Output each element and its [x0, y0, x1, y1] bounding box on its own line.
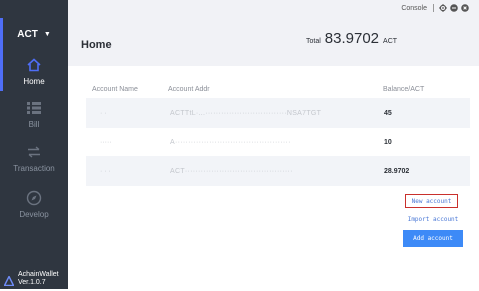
import-account-button[interactable]: Import account [403, 211, 463, 227]
sidebar-item-bill[interactable]: Bill [0, 99, 68, 143]
close-icon[interactable] [461, 4, 469, 12]
sidebar-item-label: Develop [19, 210, 49, 219]
account-addr: A·······································… [170, 138, 291, 146]
total-value: 83.9702 [324, 30, 380, 47]
total-balance: Total 83.9702 ACT [306, 30, 397, 47]
settings-icon[interactable] [439, 4, 447, 12]
brand: AchainWallet Ver.1.0.7 [3, 271, 59, 287]
page-title: Home [81, 39, 112, 51]
divider [433, 4, 434, 12]
coin-label: ACT [17, 28, 38, 40]
sidebar-item-develop[interactable]: Develop [0, 189, 68, 233]
sidebar-item-label: Home [23, 77, 45, 86]
sidebar-item-home[interactable]: Home [0, 56, 68, 100]
account-name: · · [100, 109, 107, 117]
column-header-account-addr: Account Addr [168, 86, 210, 93]
sidebar-item-label: Transaction [13, 164, 55, 173]
total-unit: ACT [383, 38, 398, 45]
column-header-account-name: Account Name [92, 86, 138, 93]
window-controls: Console [401, 4, 469, 12]
app-version: Ver.1.0.7 [18, 279, 46, 286]
header: Console Home Total 83.9702 ACT [68, 0, 479, 66]
account-name: · · · [100, 167, 111, 175]
account-addr: ACTTtL·...······························… [170, 109, 322, 117]
achain-logo-icon [3, 273, 15, 287]
compass-icon [24, 189, 44, 207]
coin-selector[interactable]: ACT ▼ [0, 24, 68, 44]
sidebar-item-label: Bill [28, 120, 40, 129]
transfer-icon [24, 143, 44, 161]
caret-down-icon: ▼ [43, 30, 51, 38]
table-row[interactable]: · · · ACT·······························… [86, 156, 470, 186]
account-addr: ACT·····································… [170, 167, 293, 175]
minimize-icon[interactable] [450, 4, 458, 12]
table-row[interactable]: ····· A·································… [86, 127, 470, 157]
sidebar: ACT ▼ Home Bill Transaction Develop Acha… [0, 0, 68, 289]
account-balance: 45 [384, 109, 392, 117]
account-balance: 10 [384, 138, 392, 146]
list-icon [24, 99, 44, 117]
account-balance: 28.9702 [384, 167, 410, 175]
column-header-balance: Balance/ACT [383, 86, 425, 93]
home-icon [24, 56, 44, 74]
table-row[interactable]: · · ACTTtL·...··························… [86, 98, 470, 128]
total-label: Total [306, 38, 321, 45]
add-account-button[interactable]: Add account [403, 230, 463, 247]
new-account-button[interactable]: New account [405, 194, 458, 208]
account-name: ····· [100, 138, 112, 146]
console-link[interactable]: Console [401, 5, 427, 12]
brand-name: AchainWallet [18, 271, 59, 278]
sidebar-item-transaction[interactable]: Transaction [0, 143, 68, 187]
